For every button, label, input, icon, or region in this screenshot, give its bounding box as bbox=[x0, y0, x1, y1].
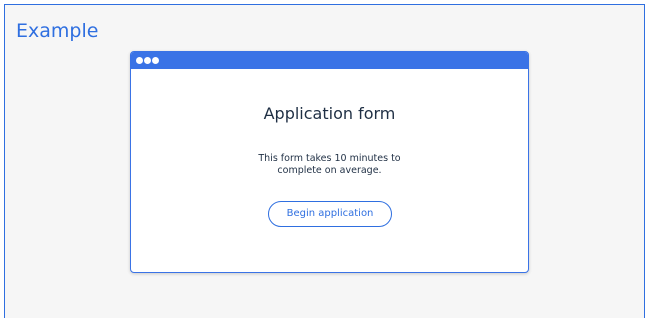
form-content: Application form This form takes 10 minu… bbox=[131, 69, 528, 272]
form-description: This form takes 10 minutes to complete o… bbox=[258, 153, 401, 176]
window-dot-icon bbox=[136, 57, 143, 64]
form-title: Application form bbox=[263, 104, 396, 123]
window-dot-icon bbox=[144, 57, 151, 64]
begin-application-button[interactable]: Begin application bbox=[268, 201, 392, 227]
window-dot-icon bbox=[152, 57, 159, 64]
window-titlebar bbox=[131, 52, 528, 69]
example-panel: Example Application form This form takes… bbox=[4, 4, 645, 318]
browser-window-mockup: Application form This form takes 10 minu… bbox=[130, 51, 529, 273]
example-label: Example bbox=[16, 20, 99, 42]
